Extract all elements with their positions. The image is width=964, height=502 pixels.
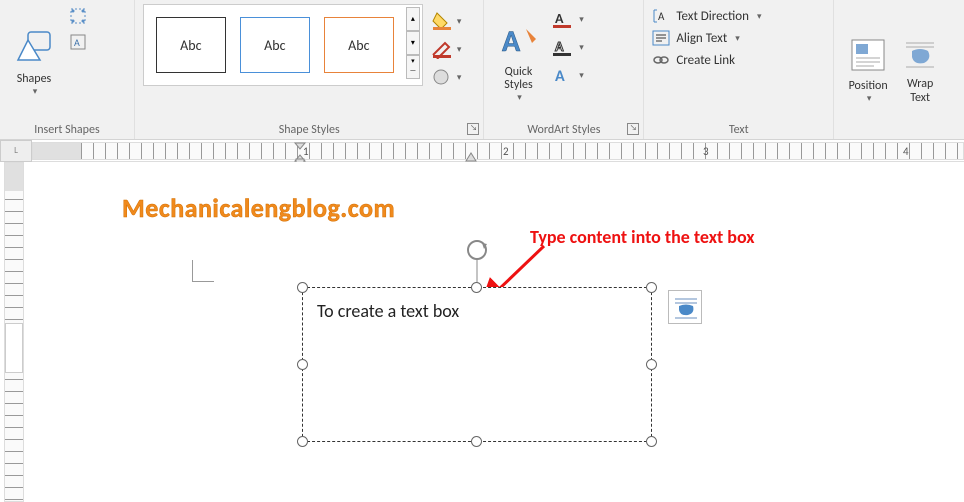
- group-label-insert-shapes: Insert Shapes: [8, 121, 126, 137]
- svg-text:A: A: [555, 10, 564, 27]
- style-item-3[interactable]: Abc: [324, 17, 394, 73]
- quick-styles-button[interactable]: A Quick Styles ▾: [492, 4, 544, 121]
- svg-text:A: A: [502, 23, 521, 60]
- ruler-corner[interactable]: L: [0, 140, 32, 162]
- text-outline-button[interactable]: A▾: [550, 36, 584, 58]
- gallery-more-button[interactable]: ▾—: [406, 55, 420, 79]
- paragraph-cursor-mark: [192, 260, 214, 282]
- shape-effects-button[interactable]: ▾: [431, 66, 467, 88]
- style-item-1[interactable]: Abc: [156, 17, 226, 73]
- shapes-icon: [14, 28, 54, 68]
- gallery-up-button[interactable]: ▴: [406, 7, 420, 31]
- ruler-vertical[interactable]: [4, 162, 24, 502]
- group-label-shape-styles: Shape Styles ↘: [143, 121, 476, 137]
- shape-styles-dialog-launcher[interactable]: ↘: [467, 123, 479, 135]
- dropdown-icon: ▾: [33, 86, 38, 97]
- ruler-track: 1 2 3 4: [32, 142, 964, 160]
- position-button[interactable]: Position▾: [842, 4, 894, 135]
- svg-text:A: A: [74, 36, 80, 49]
- style-item-2[interactable]: Abc: [240, 17, 310, 73]
- resize-handle-ml[interactable]: [297, 359, 308, 370]
- document-area[interactable]: Mechanicalengblog.com Type content into …: [32, 162, 964, 500]
- right-indent-marker[interactable]: [465, 151, 477, 163]
- textbox-selected[interactable]: To create a text box: [302, 287, 652, 442]
- resize-handle-tl[interactable]: [297, 282, 308, 293]
- group-shape-styles: Abc Abc Abc ▴ ▾ ▾— ▾ ▾ ▾: [135, 0, 485, 139]
- resize-handle-br[interactable]: [646, 436, 657, 447]
- group-wordart-styles: A Quick Styles ▾ A▾ A▾ A▾ WordArt Styles…: [484, 0, 644, 139]
- ruler-horizontal[interactable]: L 1 2 3 4: [0, 140, 964, 162]
- quick-styles-icon: A: [498, 22, 538, 62]
- group-insert-shapes: Shapes ▾ A Insert Shapes: [0, 0, 135, 139]
- resize-handle-mr[interactable]: [646, 359, 657, 370]
- draw-textbox-button[interactable]: A: [66, 30, 90, 54]
- indent-marker[interactable]: [293, 141, 307, 163]
- link-icon: [652, 52, 670, 68]
- quick-styles-label: Quick Styles: [504, 66, 532, 92]
- group-text: A Text Direction▾ Align Text▾ Create Lin…: [644, 0, 834, 139]
- edit-shape-button[interactable]: [66, 4, 90, 28]
- watermark-text: Mechanicalengblog.com: [122, 192, 395, 224]
- shape-fill-button[interactable]: ▾: [431, 10, 467, 32]
- gallery-down-button[interactable]: ▾: [406, 31, 420, 55]
- rotate-handle[interactable]: [465, 238, 489, 262]
- group-arrange: Position▾ Wrap Text: [834, 0, 964, 139]
- group-label-wordart-styles: WordArt Styles ↘: [492, 121, 635, 137]
- layout-options-icon: [673, 295, 699, 321]
- svg-text:A: A: [555, 67, 565, 85]
- wrap-text-button[interactable]: Wrap Text: [894, 4, 946, 135]
- text-effects-button[interactable]: A▾: [550, 64, 584, 86]
- create-link-button[interactable]: Create Link: [652, 52, 761, 68]
- text-direction-icon: A: [652, 8, 670, 24]
- shape-style-gallery[interactable]: Abc Abc Abc ▴ ▾ ▾—: [143, 4, 423, 86]
- shape-outline-button[interactable]: ▾: [431, 38, 467, 60]
- position-label: Position: [849, 79, 888, 93]
- wrap-text-icon: [900, 34, 940, 74]
- shapes-label: Shapes: [17, 72, 52, 86]
- ribbon: Shapes ▾ A Insert Shapes Abc Abc Abc ▴: [0, 0, 964, 140]
- wrap-text-label: Wrap Text: [907, 78, 933, 104]
- textbox-content[interactable]: To create a text box: [303, 288, 651, 334]
- resize-handle-bl[interactable]: [297, 436, 308, 447]
- gallery-scroll: ▴ ▾ ▾—: [406, 7, 420, 79]
- resize-handle-tm[interactable]: [471, 282, 482, 293]
- wordart-styles-dialog-launcher[interactable]: ↘: [627, 123, 639, 135]
- shapes-button[interactable]: Shapes ▾: [8, 4, 60, 121]
- text-direction-button[interactable]: A Text Direction▾: [652, 8, 761, 24]
- align-text-icon: [652, 30, 670, 46]
- svg-text:A: A: [658, 10, 665, 23]
- text-fill-button[interactable]: A▾: [550, 8, 584, 30]
- annotation-text: Type content into the text box: [530, 226, 755, 248]
- resize-handle-bm[interactable]: [471, 436, 482, 447]
- position-icon: [848, 35, 888, 75]
- group-label-arrange: [842, 135, 956, 137]
- resize-handle-tr[interactable]: [646, 282, 657, 293]
- group-label-text: Text: [652, 121, 825, 137]
- align-text-button[interactable]: Align Text▾: [652, 30, 761, 46]
- layout-options-button[interactable]: [668, 290, 702, 324]
- svg-text:A: A: [555, 38, 564, 55]
